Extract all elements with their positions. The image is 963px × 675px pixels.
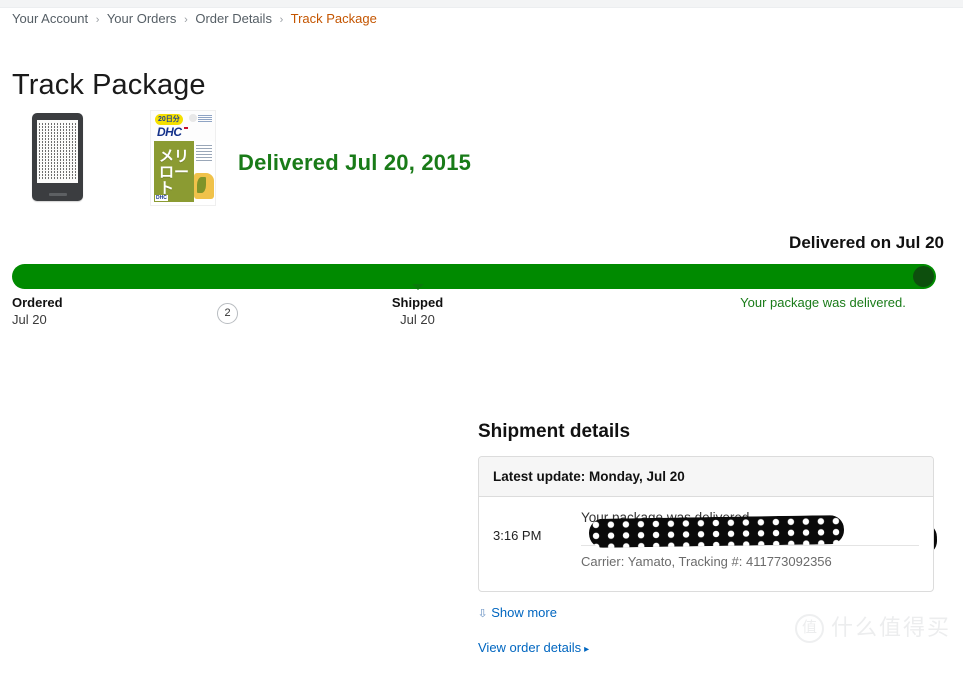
event-time: 3:16 PM: [493, 528, 542, 543]
dhc-green-panel: メリロート: [154, 141, 194, 202]
redaction-scribble-panel: [588, 514, 845, 549]
shipment-links: ⇩ Show more View order details ▸: [477, 592, 934, 659]
breadcrumb-separator: ›: [279, 14, 284, 26]
event-carrier-tracking: Carrier: Yamato, Tracking #: 41177309235…: [581, 554, 832, 569]
breadcrumb-separator: ›: [95, 14, 100, 26]
shipment-details-heading: Shipment details: [478, 421, 631, 442]
product-quantity-badge: 2: [217, 303, 238, 324]
show-more-link[interactable]: Show more: [491, 605, 557, 620]
breadcrumb-item-track-package[interactable]: Track Package: [291, 11, 377, 26]
show-more-row: ⇩ Show more: [477, 604, 934, 623]
tracker-end-label: Delivered on Jul 20: [789, 233, 944, 252]
dhc-herb-illustration: [194, 173, 214, 199]
tracker-stop-ordered: Ordered Jul 20: [12, 294, 63, 328]
dhc-fine-print: [198, 115, 212, 122]
breadcrumb-item-order-details[interactable]: Order Details: [195, 11, 272, 26]
dhc-package-image: 20日分 DHC メリロート DHC: [150, 110, 216, 206]
page-title: Track Package: [12, 69, 206, 102]
dhc-product-name-kana: メリロート: [159, 148, 190, 197]
chevron-down-icon: ⇩: [477, 608, 488, 620]
progress-bar-knob: [913, 266, 934, 287]
tracker-stop-shipped-date: Jul 20: [400, 312, 435, 327]
latest-update-header: Latest update: Monday, Jul 20: [479, 457, 933, 497]
progress-bar: [12, 264, 936, 289]
dhc-brand-logo: DHC: [157, 125, 182, 139]
product-thumbnail-dhc[interactable]: 20日分 DHC メリロート DHC: [150, 110, 216, 206]
dhc-right-text-lines: [196, 145, 212, 163]
kindle-device-icon: [32, 113, 83, 201]
breadcrumb: Your Account › Your Orders › Order Detai…: [12, 11, 377, 28]
breadcrumb-item-your-account[interactable]: Your Account: [12, 11, 88, 26]
tracker-current-marker-icon: [411, 284, 424, 290]
kindle-text-lines: [39, 123, 76, 180]
tracker-stop-shipped-label: Shipped: [391, 295, 444, 310]
tracker-stop-delivered-label: Your package was delivered.: [740, 295, 906, 310]
tracker-stop-delivered: Your package was delivered.: [700, 294, 946, 311]
breadcrumb-item-your-orders[interactable]: Your Orders: [107, 11, 177, 26]
shipment-details-section: Shipment details Latest update: Monday, …: [477, 420, 934, 675]
tracker-stop-ordered-label: Ordered: [12, 295, 63, 310]
dhc-circle-mark: [189, 114, 197, 122]
dhc-footer-logo: DHC: [155, 195, 168, 201]
dhc-red-tag: [184, 127, 188, 129]
breadcrumb-separator: ›: [184, 14, 188, 26]
tracker-stop-ordered-date: Jul 20: [12, 312, 47, 327]
browser-chrome-strip: [0, 0, 963, 8]
kindle-logo: [48, 193, 67, 196]
dhc-days-badge: 20日分: [155, 114, 183, 125]
view-order-details-row: View order details ▸: [478, 639, 934, 659]
chevron-right-icon: ▸: [584, 644, 590, 655]
kindle-screen: [37, 120, 78, 183]
delivery-status-headline: Delivered Jul 20, 2015: [238, 150, 472, 175]
product-thumbnail-kindle[interactable]: [32, 113, 83, 201]
tracker-stop-shipped: Shipped Jul 20: [340, 284, 495, 328]
